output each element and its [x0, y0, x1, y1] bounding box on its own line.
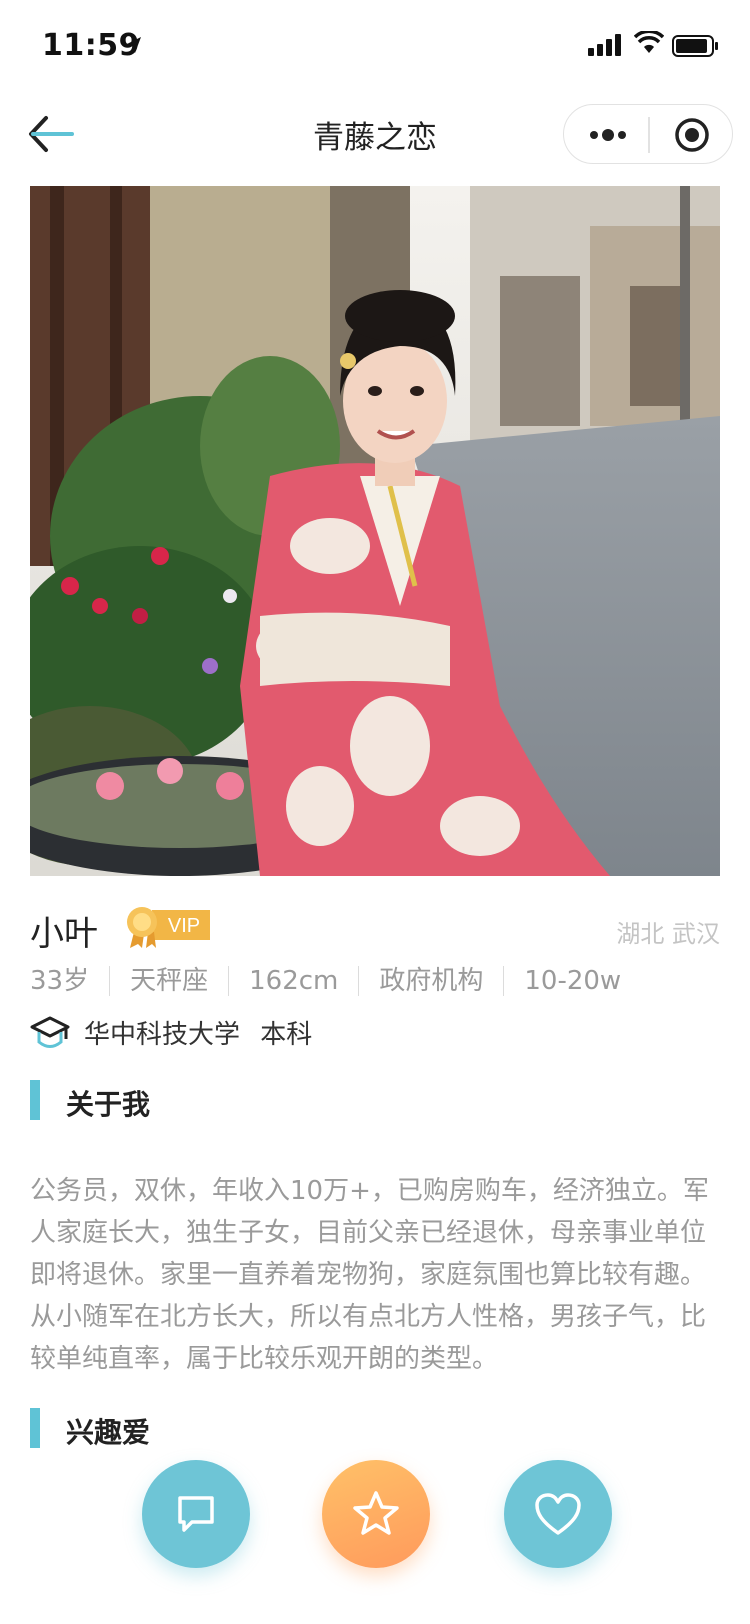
wifi-icon — [634, 31, 664, 53]
section-title-about: 关于我 — [66, 1088, 151, 1121]
profile-photo[interactable] — [30, 186, 720, 876]
section-marker — [30, 1080, 40, 1120]
like-button[interactable] — [504, 1460, 612, 1568]
location-arrow-icon — [127, 37, 141, 53]
star-icon — [353, 1491, 399, 1535]
section-title-hobbies: 兴趣爱 — [66, 1416, 151, 1449]
signal-icon — [588, 34, 621, 56]
chat-bubble-icon — [178, 1496, 214, 1532]
battery-icon — [672, 35, 718, 57]
vip-badge-label: VIP — [168, 915, 200, 937]
about-text: 公务员，双休，年收入10万+，已购房购车，经济独立。军人家庭长大，独生子女，目前… — [30, 1176, 709, 1374]
profile-name: 小叶 — [30, 914, 98, 954]
school-name: 华中科技大学 — [84, 1020, 241, 1050]
tag-age: 33岁 — [30, 966, 90, 996]
tag-zodiac: 天秤座 — [109, 966, 228, 996]
vip-badge: VIP — [127, 907, 210, 948]
section-marker — [30, 1408, 40, 1448]
more-dots-icon[interactable] — [588, 125, 628, 145]
miniprogram-capsule — [563, 104, 733, 164]
location-label: 湖北 武汉 — [616, 920, 720, 948]
nav-bar: 青藤之恋 — [0, 92, 750, 176]
heart-icon — [535, 1493, 581, 1535]
degree-label: 本科 — [260, 1020, 313, 1050]
tag-height: 162cm — [228, 966, 358, 996]
profile-tags: 33岁 天秤座 162cm 政府机构 10-20w — [30, 966, 641, 996]
graduation-cap-icon — [30, 1016, 70, 1048]
tag-income: 10-20w — [503, 966, 641, 996]
tag-occupation: 政府机构 — [358, 966, 503, 996]
favorite-button[interactable] — [322, 1460, 430, 1568]
chat-button[interactable] — [142, 1460, 250, 1568]
education-row: 华中科技大学 本科 — [30, 1014, 312, 1051]
status-bar: 11:59 — [0, 0, 750, 90]
capsule-divider — [648, 117, 650, 153]
close-target-icon[interactable] — [674, 117, 710, 153]
